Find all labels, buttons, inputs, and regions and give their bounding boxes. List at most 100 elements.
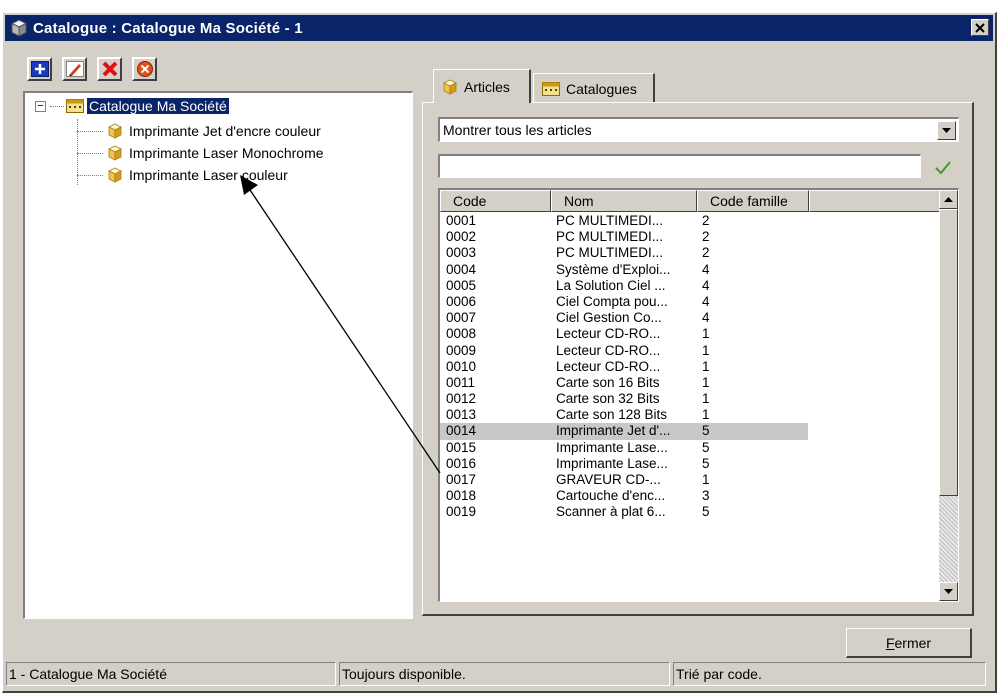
- cell-nom: GRAVEUR CD-...: [556, 472, 661, 487]
- cell-fam: 5: [702, 439, 710, 455]
- scroll-down-button[interactable]: [939, 582, 958, 601]
- cell-nom: Lecteur CD-RO...: [556, 358, 661, 374]
- cell-nom: Imprimante Lase...: [556, 455, 668, 471]
- cube-icon: [108, 145, 122, 161]
- scroll-track[interactable]: [939, 496, 958, 582]
- catalogue-tree[interactable]: − Catalogue Ma Société Imprimante Jet d'…: [23, 91, 413, 619]
- catalogue-window: Catalogue : Catalogue Ma Société - 1 − C…: [2, 12, 997, 693]
- cell-code: 0018: [446, 488, 477, 504]
- cell-code: 0006: [446, 293, 477, 309]
- close-window-button[interactable]: [971, 19, 989, 36]
- chevron-down-icon: [942, 127, 951, 133]
- cell-code: 0002: [446, 229, 477, 245]
- chevron-down-icon: [944, 588, 953, 594]
- cube-icon: [10, 19, 28, 37]
- article-filter-dropdown[interactable]: Montrer tous les articles: [438, 117, 959, 142]
- cell-fam: 5: [702, 504, 710, 520]
- cell-code: 0012: [446, 391, 477, 407]
- vertical-scrollbar[interactable]: [939, 190, 958, 601]
- cell-fam: 3: [702, 488, 710, 504]
- dropdown-button[interactable]: [937, 121, 956, 140]
- cube-icon: [443, 79, 457, 95]
- cell-code: 0011: [446, 374, 476, 390]
- search-input[interactable]: [438, 154, 921, 178]
- cube-icon: [108, 167, 122, 183]
- cell-fam: 1: [702, 374, 710, 390]
- tree-item[interactable]: Imprimante Laser couleur: [77, 165, 288, 185]
- cell-fam: 1: [702, 342, 710, 358]
- close-button[interactable]: Fermer: [846, 628, 972, 658]
- table-row[interactable]: 0003 PC MULTIMEDI... 2: [440, 245, 808, 261]
- add-button[interactable]: [27, 57, 52, 81]
- edit-button[interactable]: [62, 57, 87, 81]
- cube-icon: [108, 123, 122, 139]
- cell-nom: Carte son 128 Bits: [556, 407, 668, 423]
- grid-header: Code Nom Code famille: [440, 190, 940, 212]
- cell-nom: Carte son 16 Bits: [556, 374, 660, 390]
- column-header-nom[interactable]: Nom: [551, 190, 697, 212]
- cell-code: 0019: [446, 504, 477, 520]
- tab-articles[interactable]: Articles: [433, 69, 531, 103]
- table-row[interactable]: 0008 Lecteur CD-RO... 1: [440, 326, 808, 342]
- cell-code: 0014: [440, 423, 550, 440]
- close-button-label: Fermer: [885, 634, 932, 651]
- cell-nom: Ciel Gestion Co...: [556, 310, 662, 326]
- tab-catalogues[interactable]: Catalogues: [533, 73, 655, 103]
- tree-root-label[interactable]: Catalogue Ma Société: [87, 98, 229, 114]
- validate-search-button[interactable]: [934, 159, 952, 178]
- cell-nom: Système d'Exploi...: [556, 261, 671, 277]
- title-bar[interactable]: Catalogue : Catalogue Ma Société - 1: [5, 15, 993, 41]
- tab-label: Articles: [464, 78, 510, 95]
- cell-code: 0015: [446, 439, 477, 455]
- table-row[interactable]: 0001 PC MULTIMEDI... 2: [440, 213, 808, 229]
- table-row[interactable]: 0011 Carte son 16 Bits 1: [440, 375, 808, 391]
- cell-nom: Imprimante Jet d'...: [550, 423, 696, 440]
- cell-code: 0005: [446, 277, 477, 293]
- cell-fam: 4: [702, 310, 710, 326]
- scroll-up-button[interactable]: [939, 190, 958, 209]
- table-row[interactable]: 0017 GRAVEUR CD-... 1: [440, 472, 808, 488]
- toolbar: [27, 57, 157, 81]
- no-entry-icon: [136, 61, 153, 77]
- column-header-empty[interactable]: [809, 190, 940, 212]
- tree-item[interactable]: Imprimante Jet d'encre couleur: [77, 121, 321, 141]
- table-row[interactable]: 0004 Système d'Exploi... 4: [440, 262, 808, 278]
- cell-fam: 4: [702, 293, 710, 309]
- table-row[interactable]: 0010 Lecteur CD-RO... 1: [440, 359, 808, 375]
- collapse-expander[interactable]: −: [35, 100, 46, 112]
- table-row[interactable]: 0009 Lecteur CD-RO... 1: [440, 343, 808, 359]
- cell-fam: 5: [702, 455, 710, 471]
- table-row[interactable]: 0015 Imprimante Lase... 5: [440, 440, 808, 456]
- table-row[interactable]: 0019 Scanner à plat 6... 5: [440, 504, 808, 520]
- cancel-button[interactable]: [132, 57, 157, 81]
- cell-nom: Cartouche d'enc...: [556, 488, 666, 504]
- table-row[interactable]: 0012 Carte son 32 Bits 1: [440, 391, 808, 407]
- tree-root[interactable]: − Catalogue Ma Société: [35, 97, 229, 115]
- articles-grid[interactable]: Code Nom Code famille 0001 PC MULTIMEDI..…: [438, 188, 959, 602]
- table-row[interactable]: 0018 Cartouche d'enc... 3: [440, 488, 808, 504]
- table-row[interactable]: 0014 Imprimante Jet d'... 5: [440, 423, 808, 440]
- cell-fam: 4: [702, 277, 710, 293]
- column-header-code[interactable]: Code: [440, 190, 551, 212]
- cell-nom: PC MULTIMEDI...: [556, 229, 664, 245]
- cell-fam: 1: [702, 472, 710, 487]
- catalog-icon: [542, 81, 560, 96]
- cell-code: 0010: [446, 358, 477, 374]
- dropdown-value: Montrer tous les articles: [443, 122, 592, 138]
- table-row[interactable]: 0002 PC MULTIMEDI... 2: [440, 229, 808, 245]
- table-row[interactable]: 0016 Imprimante Lase... 5: [440, 456, 808, 472]
- table-row[interactable]: 0005 La Solution Ciel ... 4: [440, 278, 808, 294]
- status-bar: 1 - Catalogue Ma Société Toujours dispon…: [6, 662, 986, 686]
- scroll-thumb[interactable]: [939, 209, 958, 496]
- cell-nom: PC MULTIMEDI...: [556, 213, 664, 228]
- pencil-icon: [65, 61, 84, 77]
- table-row[interactable]: 0013 Carte son 128 Bits 1: [440, 407, 808, 423]
- cell-nom: Scanner à plat 6...: [556, 504, 666, 520]
- delete-button[interactable]: [97, 57, 122, 81]
- grid-rows: 0001 PC MULTIMEDI... 2 0002 PC MULTIMEDI... 2…: [440, 213, 808, 521]
- checkmark-icon: [935, 161, 951, 175]
- tree-item[interactable]: Imprimante Laser Monochrome: [77, 143, 324, 163]
- table-row[interactable]: 0007 Ciel Gestion Co... 4: [440, 310, 808, 326]
- column-header-code-famille[interactable]: Code famille: [697, 190, 809, 212]
- table-row[interactable]: 0006 Ciel Compta pou... 4: [440, 294, 808, 310]
